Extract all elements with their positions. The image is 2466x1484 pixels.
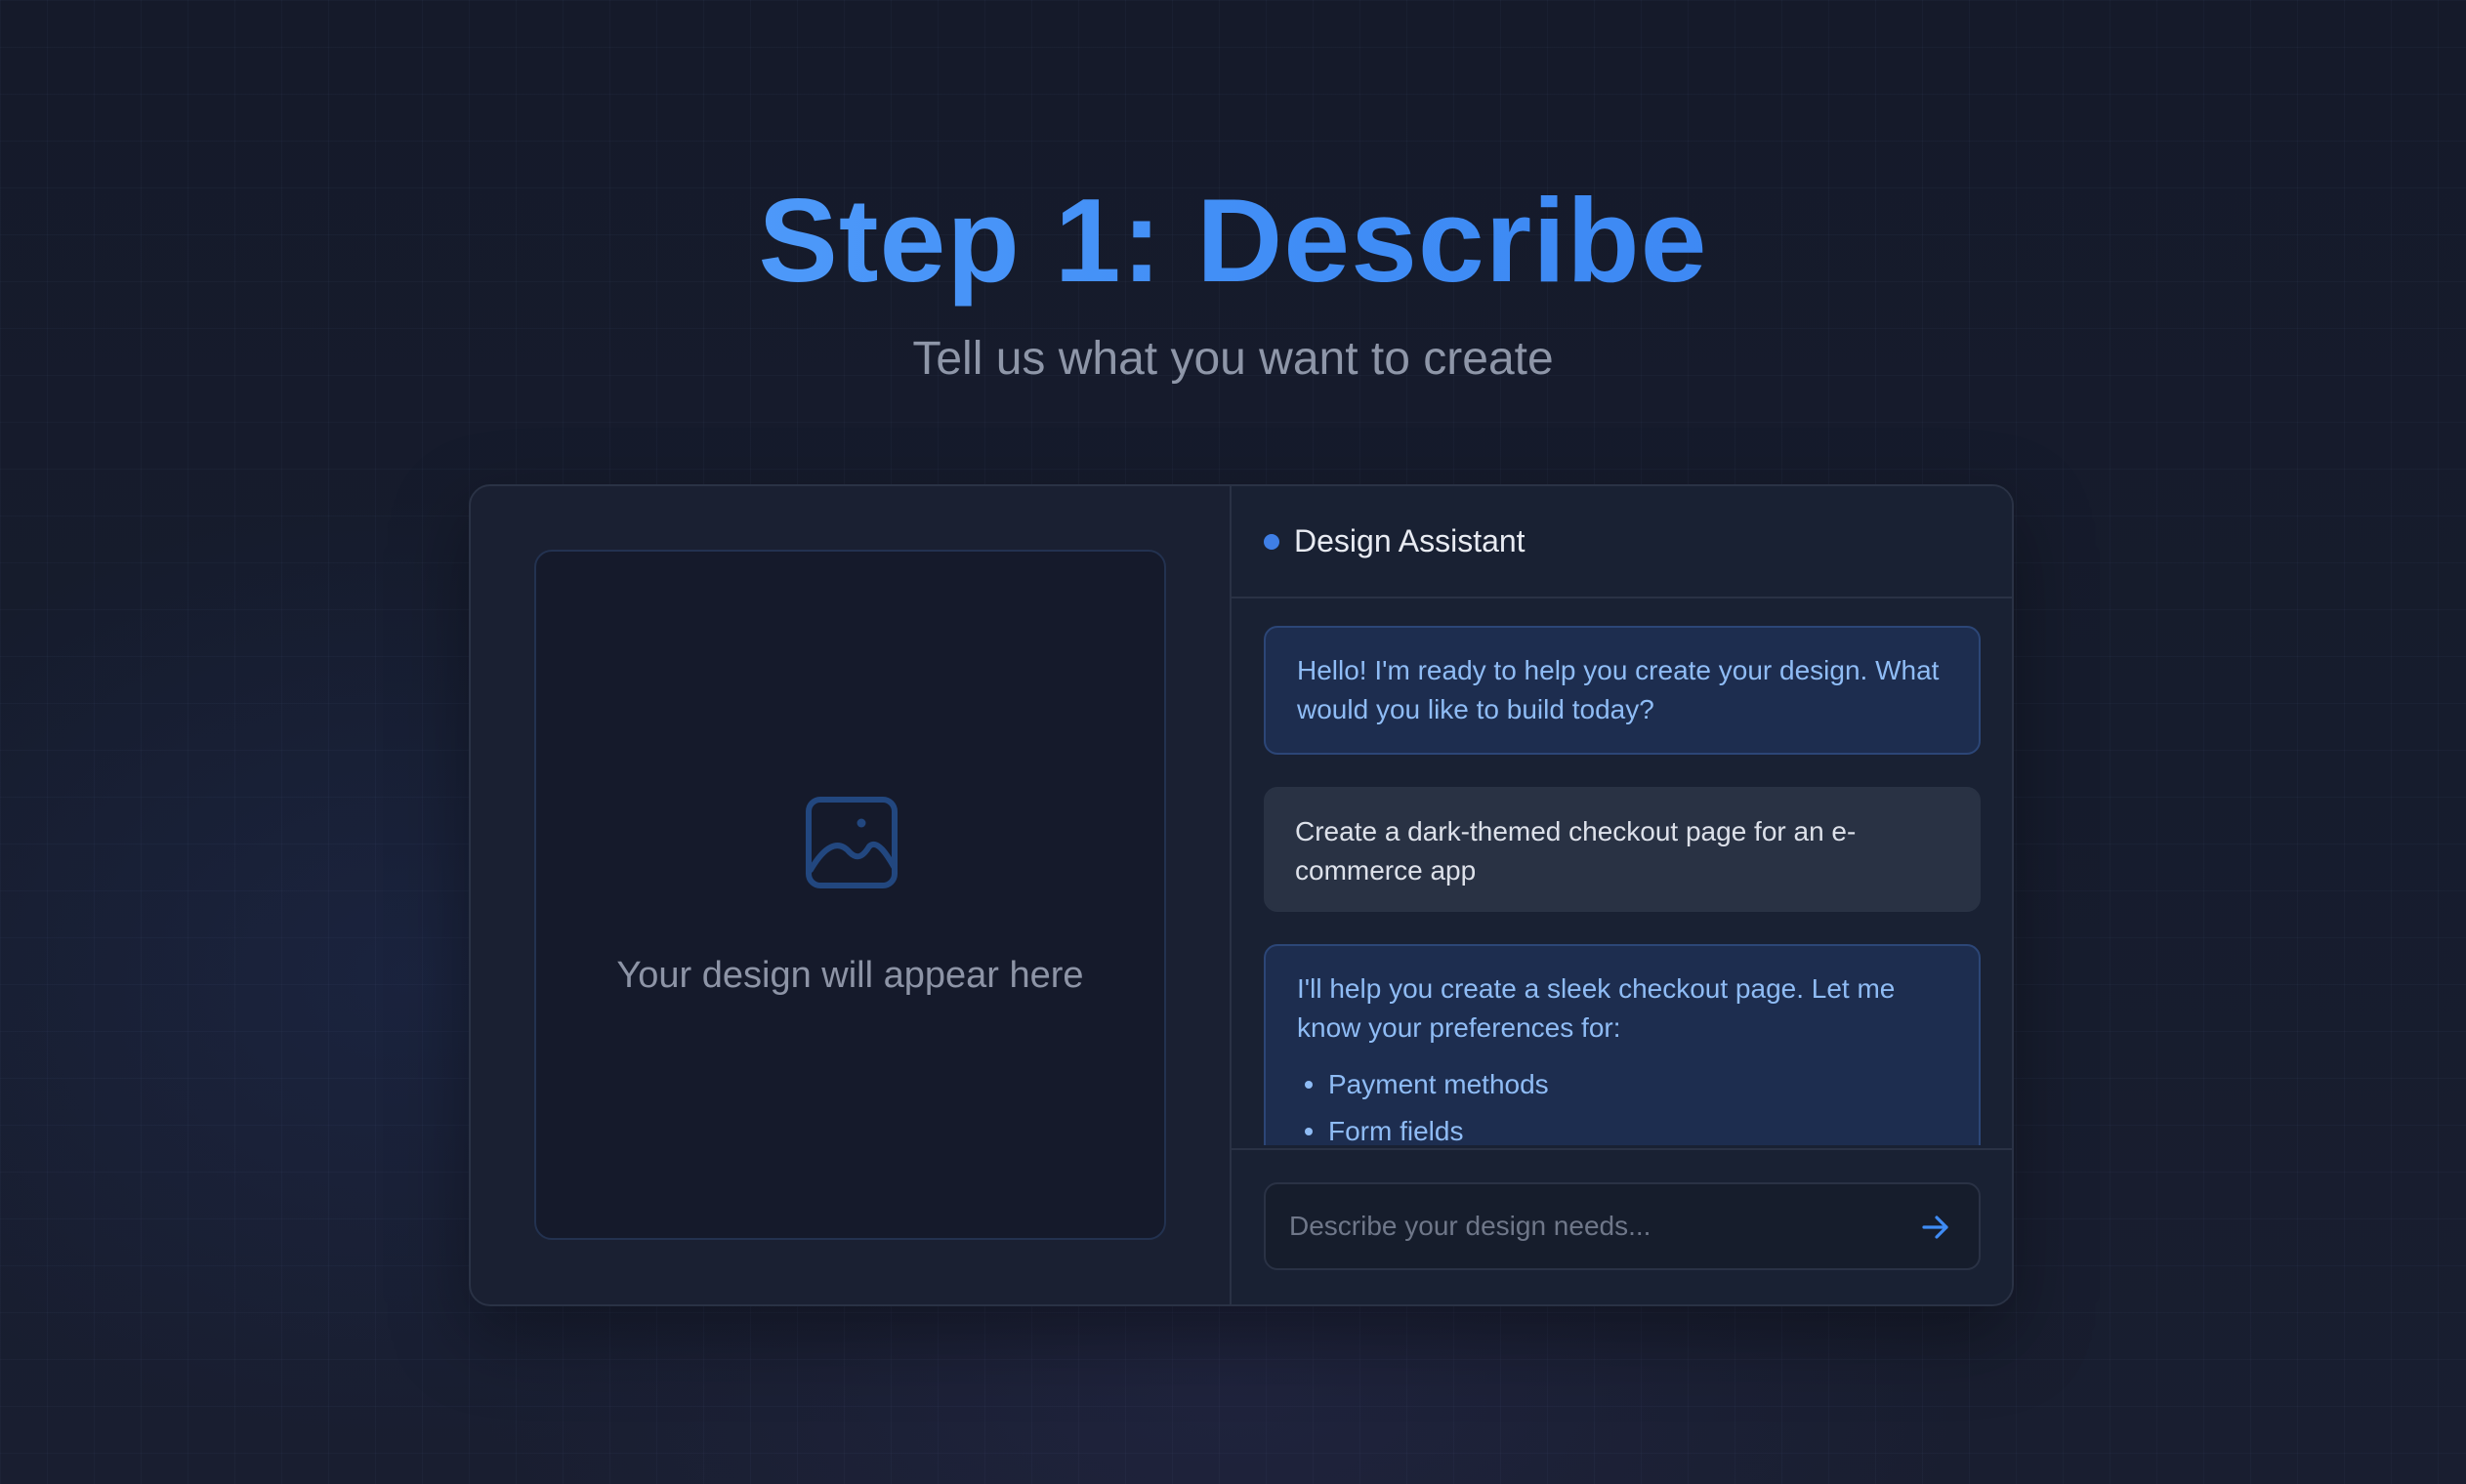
assistant-message: Hello! I'm ready to help you create your…	[1264, 626, 1981, 755]
design-workspace-card: Your design will appear here Design Assi…	[469, 484, 2014, 1306]
chat-input-area	[1232, 1148, 2012, 1304]
list-item: Payment methods	[1305, 1061, 1947, 1108]
preference-list: Payment methods Form fields	[1297, 1061, 1947, 1145]
chat-header: Design Assistant	[1232, 486, 2012, 598]
page-title: Step 1: Describe	[0, 174, 2466, 307]
chat-messages[interactable]: Hello! I'm ready to help you create your…	[1232, 598, 2012, 1145]
arrow-right-icon[interactable]	[1918, 1210, 1953, 1245]
status-dot	[1264, 534, 1279, 550]
assistant-message: I'll help you create a sleek checkout pa…	[1264, 944, 1981, 1145]
user-message: Create a dark-themed checkout page for a…	[1264, 787, 1981, 912]
list-item: Form fields	[1305, 1108, 1947, 1145]
chat-input-box	[1264, 1182, 1981, 1270]
preview-pane: Your design will appear here	[471, 486, 1229, 1304]
design-preview-area: Your design will appear here	[534, 550, 1166, 1240]
chat-panel: Design Assistant Hello! I'm ready to hel…	[1230, 486, 2012, 1304]
message-text: Hello! I'm ready to help you create your…	[1297, 655, 1940, 724]
preview-placeholder-text: Your design will appear here	[616, 955, 1084, 996]
message-text: I'll help you create a sleek checkout pa…	[1297, 973, 1896, 1043]
image-icon	[806, 797, 898, 888]
page-subtitle: Tell us what you want to create	[912, 333, 1554, 385]
message-text: Create a dark-themed checkout page for a…	[1295, 816, 1857, 886]
chat-title: Design Assistant	[1294, 523, 1526, 558]
design-needs-input[interactable]	[1289, 1184, 1875, 1268]
